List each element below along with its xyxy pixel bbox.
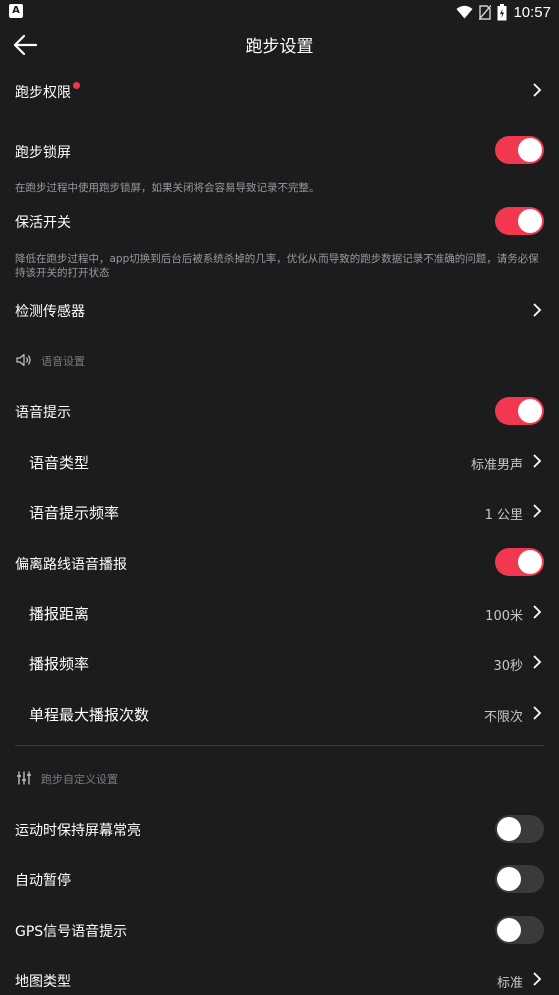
run-lockscreen-row: 跑步锁屏: [0, 134, 559, 168]
broadcast-distance-label: 播报距离: [29, 605, 90, 623]
page-title: 跑步设置: [245, 37, 314, 57]
status-bar: A 10:57: [0, 0, 559, 24]
status-bar-right: 10:57: [456, 2, 551, 22]
chevron-right-icon: [533, 454, 542, 468]
chevron-right-icon: [533, 706, 542, 720]
voice-prompt-toggle[interactable]: [495, 397, 544, 425]
run-lockscreen-label: 跑步锁屏: [15, 145, 71, 161]
voice-settings-section-label: 语音设置: [41, 355, 85, 368]
sensor-check-row[interactable]: 检测传感器: [0, 295, 559, 325]
off-route-voice-toggle[interactable]: [495, 548, 544, 576]
voice-type-value: 标准男声: [470, 458, 523, 473]
running-settings-screen: A 10:57 跑步设置 跑步权限 跑步锁屏 在跑步过程中使用跑步锁屏，如果关闭…: [0, 0, 559, 995]
voice-frequency-value: 1 公里: [484, 508, 523, 523]
gps-voice-row: GPS信号语音提示: [0, 914, 559, 946]
voice-settings-section-header: 语音设置: [0, 350, 559, 370]
voice-prompt-label: 语音提示: [15, 405, 71, 421]
chevron-right-icon: [533, 303, 542, 317]
toggle-knob: [518, 550, 542, 574]
toggle-knob: [518, 138, 542, 162]
voice-frequency-row[interactable]: 语音提示频率 1 公里: [0, 497, 559, 527]
chevron-right-icon: [533, 83, 542, 97]
auto-pause-toggle[interactable]: [495, 865, 544, 893]
run-permission-row[interactable]: 跑步权限: [0, 76, 559, 106]
chevron-right-icon: [533, 972, 542, 986]
keep-alive-hint: 降低在跑步过程中，app切换到后台后被系统杀掉的几率，优化从而导致的跑步数据记录…: [15, 253, 539, 279]
broadcast-distance-value: 100米: [485, 609, 523, 624]
section-divider: [15, 745, 544, 746]
map-type-label: 地图类型: [15, 974, 71, 990]
app-notification-icon: A: [9, 4, 23, 18]
off-route-voice-label: 偏离路线语音播报: [15, 557, 127, 573]
map-type-value: 标准: [496, 976, 523, 991]
run-permission-label: 跑步权限: [15, 85, 71, 101]
broadcast-distance-row[interactable]: 播报距离 100米: [0, 597, 559, 627]
status-time: 10:57: [513, 3, 551, 21]
max-broadcasts-value: 不限次: [483, 710, 523, 725]
keep-screen-on-row: 运动时保持屏幕常亮: [0, 813, 559, 845]
custom-settings-section-header: 跑步自定义设置: [0, 768, 559, 788]
voice-type-label: 语音类型: [29, 454, 90, 472]
auto-pause-row: 自动暂停: [0, 864, 559, 896]
broadcast-frequency-row[interactable]: 播报频率 30秒: [0, 647, 559, 677]
gps-voice-toggle[interactable]: [495, 916, 544, 944]
speaker-icon: [16, 353, 31, 367]
back-button[interactable]: [12, 32, 40, 58]
toggle-knob: [518, 209, 542, 233]
keep-screen-on-toggle[interactable]: [495, 815, 544, 843]
sensor-check-label: 检测传感器: [15, 304, 85, 320]
toggle-knob: [518, 399, 542, 423]
sliders-icon: [17, 771, 31, 785]
broadcast-frequency-value: 30秒: [493, 659, 523, 674]
top-app-bar: 跑步设置: [0, 24, 559, 66]
wifi-icon: [456, 5, 473, 19]
new-badge-dot: [73, 82, 80, 89]
arrow-left-icon: [13, 34, 38, 56]
toggle-knob: [497, 817, 521, 841]
keep-alive-label: 保活开关: [15, 215, 71, 231]
max-broadcasts-row[interactable]: 单程最大播报次数 不限次: [0, 698, 559, 728]
toggle-knob: [497, 918, 521, 942]
keep-screen-on-label: 运动时保持屏幕常亮: [15, 823, 141, 839]
no-sim-icon: [479, 4, 492, 20]
chevron-right-icon: [533, 504, 542, 518]
keep-alive-row: 保活开关: [0, 205, 559, 239]
voice-frequency-label: 语音提示频率: [29, 504, 120, 522]
run-lockscreen-toggle[interactable]: [495, 136, 544, 164]
run-lockscreen-hint: 在跑步过程中使用跑步锁屏，如果关闭将会容易导致记录不完整。: [15, 182, 320, 194]
battery-icon: [497, 3, 507, 21]
max-broadcasts-label: 单程最大播报次数: [29, 706, 150, 724]
custom-settings-section-label: 跑步自定义设置: [41, 773, 118, 786]
keep-alive-toggle[interactable]: [495, 207, 544, 235]
auto-pause-label: 自动暂停: [15, 873, 71, 889]
chevron-right-icon: [533, 605, 542, 619]
broadcast-frequency-label: 播报频率: [29, 655, 90, 673]
gps-voice-label: GPS信号语音提示: [15, 924, 128, 940]
toggle-knob: [497, 867, 521, 891]
voice-prompt-row: 语音提示: [0, 394, 559, 428]
map-type-row[interactable]: 地图类型 标准: [0, 965, 559, 995]
off-route-voice-row: 偏离路线语音播报: [0, 546, 559, 580]
chevron-right-icon: [533, 655, 542, 669]
voice-type-row[interactable]: 语音类型 标准男声: [0, 446, 559, 476]
